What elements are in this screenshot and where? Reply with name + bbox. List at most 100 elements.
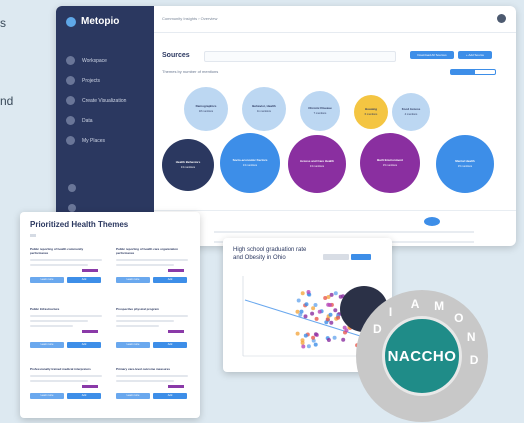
scatter-point (311, 306, 316, 311)
sources-subheading: Themes by number of mentions (162, 69, 219, 74)
scatter-point (313, 342, 318, 347)
bubble-count: 15 mentions (457, 164, 473, 168)
bubble-housing[interactable]: Housing 6 mentions (354, 95, 388, 129)
scatter-point (295, 309, 300, 314)
theme-accent (168, 329, 184, 333)
edge-text-fragment: s (0, 16, 6, 30)
scatter-point (304, 302, 309, 307)
toggle-icon[interactable] (424, 217, 440, 226)
theme-accent (82, 268, 98, 272)
scatter-point (323, 296, 328, 300)
download-sources-button[interactable]: Download All Sources (410, 51, 454, 59)
seal-ring-letter: N (466, 330, 476, 345)
seal-ring-letter: A (410, 296, 420, 311)
scatter-point (310, 311, 315, 316)
metopio-logo-icon (66, 16, 76, 27)
prioritized-title: Prioritized Health Themes (30, 220, 129, 229)
sidebar-item-create-visualization[interactable]: Create Visualization (66, 96, 126, 105)
add-theme-button[interactable]: Add (67, 341, 101, 348)
sidebar-icon[interactable] (68, 184, 76, 192)
bubble-chronic-disease[interactable]: Chronic Disease 7 mentions (300, 91, 340, 131)
theme-item: Professionally trained medical interpret… (30, 367, 102, 399)
nav-icon (66, 76, 75, 85)
bubble-count: 7 mentions (313, 111, 327, 115)
theme-item: Public Infrastructure Learn more Add (30, 307, 102, 348)
bubble-food-access[interactable]: Food Access 4 mentions (392, 93, 430, 131)
bubble-count: 4 mentions (404, 112, 418, 116)
nav-icon (66, 56, 75, 65)
learn-more-button[interactable]: Learn more (116, 392, 150, 399)
bubble-label: Housing (365, 107, 377, 112)
scatter-point (306, 290, 311, 294)
nav-icon (66, 96, 75, 105)
seal-center: NACCHO (382, 316, 462, 396)
theme-accent (82, 329, 98, 333)
sidebar-icon[interactable] (68, 204, 76, 212)
progress-fill (451, 70, 476, 74)
seal-text: NACCHO (387, 347, 457, 365)
learn-more-button[interactable]: Learn more (30, 392, 64, 399)
theme-accent (168, 384, 184, 388)
sidebar-item-workspace[interactable]: Workspace (66, 56, 107, 65)
theme-accent (168, 268, 184, 272)
naccho-seal-icon: DIAMOND NACCHO (356, 290, 488, 422)
scatter-point (300, 340, 305, 345)
bubble-label: Health Behaviors (175, 160, 201, 165)
tab-control[interactable] (323, 254, 349, 260)
divider (214, 231, 474, 233)
app-window: Metopio Workspace Projects Create Visual… (56, 6, 516, 246)
bubble-label: Mental Health (455, 159, 475, 164)
nav-icon (66, 116, 75, 125)
scatter-point (329, 320, 334, 325)
scatter-point (313, 303, 318, 307)
sidebar-item-my-places[interactable]: My Places (66, 136, 105, 145)
learn-more-button[interactable]: Learn more (30, 341, 64, 348)
bubble-count: 13 mentions (180, 165, 196, 169)
brand[interactable]: Metopio (66, 16, 119, 27)
scatter-point (299, 309, 304, 314)
scatter-point (333, 308, 338, 313)
learn-more-button[interactable]: Learn more (116, 341, 150, 348)
bubble-built-environment[interactable]: Built Environment 15 mentions (360, 133, 420, 193)
bubble-access-and-care-health[interactable]: Access and Care Health 13 mentions (288, 135, 346, 193)
bubble-count: 15 mentions (382, 163, 398, 167)
sources-title: Sources (162, 52, 190, 59)
sources-progress-bar (450, 69, 496, 75)
scatter-point (303, 333, 308, 338)
add-theme-button[interactable]: Add (153, 392, 187, 399)
scatter-point (301, 344, 306, 349)
bubble-socio-economic-factors[interactable]: Socio-economic Factors 13 mentions (220, 133, 280, 193)
tab-control[interactable] (351, 254, 371, 260)
search-input[interactable] (204, 51, 396, 62)
add-theme-button[interactable]: Add (153, 276, 187, 283)
scatter-point (300, 291, 305, 296)
bubble-mental-health[interactable]: Mental Health 15 mentions (436, 135, 494, 193)
add-theme-button[interactable]: Add (67, 392, 101, 399)
learn-more-button[interactable]: Learn more (30, 276, 64, 283)
sidebar-item-projects[interactable]: Projects (66, 76, 100, 85)
add-source-button[interactable]: + Add Source (458, 51, 492, 59)
scatter-point (329, 292, 334, 297)
sidebar-item-data[interactable]: Data (66, 116, 93, 125)
add-theme-button[interactable]: Add (67, 276, 101, 283)
add-theme-button[interactable]: Add (153, 341, 187, 348)
scatter-point (296, 298, 301, 303)
theme-item: Prospective physical program Learn more A… (116, 307, 188, 348)
seal-ring-letter: D (469, 353, 479, 368)
seal-ring-letter: O (454, 310, 464, 325)
scatter-point (313, 332, 318, 337)
bubble-demographics[interactable]: Demographics 18 mentions (184, 87, 228, 131)
avatar[interactable] (497, 14, 506, 23)
bubble-health-behaviors[interactable]: Health Behaviors 13 mentions (162, 139, 214, 191)
scatter-point (344, 328, 349, 333)
bubble-count: 11 mentions (257, 109, 271, 113)
scatter-point (332, 335, 337, 340)
bubble-label: Socio-economic Factors (232, 158, 268, 163)
breadcrumb: Community Insights › Overview (162, 16, 218, 21)
bubble-behavior-health[interactable]: Behavior, Health 11 mentions (242, 87, 286, 131)
scatter-point (326, 338, 331, 342)
seal-ring-letter: M (434, 298, 445, 313)
learn-more-button[interactable]: Learn more (116, 276, 150, 283)
bubble-label: Chronic Disease (308, 106, 332, 111)
theme-item: Public reporting of health community per… (30, 247, 102, 283)
